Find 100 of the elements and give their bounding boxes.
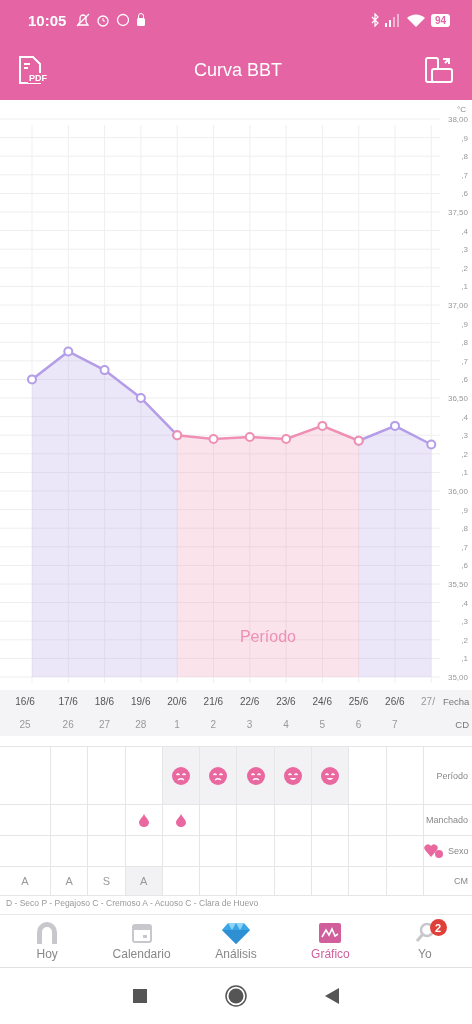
calendar-icon <box>130 921 153 944</box>
date-label: 26/6 <box>384 695 406 707</box>
date-label: 21/6 <box>202 695 225 707</box>
axis-label: ,4 <box>461 226 468 236</box>
cycle-day: 1 <box>158 718 196 730</box>
drop-icon <box>138 813 149 827</box>
axis-label: ,6 <box>461 561 468 571</box>
data-point[interactable] <box>244 432 255 443</box>
nav-tab[interactable]: Hoy <box>0 915 95 967</box>
data-point[interactable] <box>135 393 146 403</box>
sad-face-icon <box>209 766 228 785</box>
axis-label: ,1 <box>461 282 468 292</box>
search-icon <box>413 921 436 944</box>
data-point[interactable] <box>390 420 400 431</box>
wifi-icon <box>406 13 425 27</box>
table-cell[interactable] <box>237 747 275 804</box>
axis-label: ,8 <box>461 152 468 162</box>
axis-label: ,7 <box>461 542 468 552</box>
table-cell[interactable]: A <box>0 867 51 895</box>
cycle-day: 5 <box>304 718 341 730</box>
table-cell[interactable] <box>162 747 201 804</box>
date-label: 17/6 <box>57 695 79 707</box>
axis-label: 38,00 <box>447 115 468 124</box>
chart-icon <box>318 921 343 944</box>
data-point[interactable] <box>63 346 74 357</box>
mucus-code: S <box>102 875 111 887</box>
axis-label: ,8 <box>461 524 468 534</box>
row-label: Manchado <box>425 815 468 825</box>
axis-label: 37,50 <box>447 208 468 217</box>
cycle-day: 6 <box>340 718 377 730</box>
period-label: Período <box>239 628 296 645</box>
recents-button[interactable] <box>133 989 147 1003</box>
unit-label: °C <box>457 105 466 114</box>
data-point[interactable] <box>317 420 328 431</box>
date-label: 16/6 <box>14 695 36 707</box>
data-point[interactable] <box>208 433 219 444</box>
axis-label: ,8 <box>461 338 468 348</box>
row-label: Período <box>436 770 468 781</box>
date-label: 27/ <box>420 695 436 707</box>
hearts-icon <box>423 843 444 859</box>
rotate-screen-icon[interactable] <box>424 56 454 84</box>
bluetooth-icon <box>370 13 379 27</box>
nav-tab[interactable]: Gráfico <box>283 915 378 967</box>
axis-label: ,1 <box>461 468 468 478</box>
date-label: 23/6 <box>275 695 297 707</box>
smiling-face-icon <box>283 766 302 785</box>
row-label: CM <box>454 876 468 886</box>
data-point[interactable] <box>281 433 292 444</box>
mucus-code: A <box>21 875 29 887</box>
table-cell[interactable]: A <box>125 867 163 895</box>
table-cell[interactable]: S <box>88 867 126 895</box>
table-cell[interactable] <box>274 747 313 804</box>
status-time: 10:05 <box>28 11 67 29</box>
signal-icon <box>384 13 401 27</box>
axis-label: ,3 <box>461 245 468 255</box>
date-label: 20/6 <box>166 695 188 707</box>
cycle-day: 28 <box>122 718 159 730</box>
data-point[interactable] <box>426 439 437 450</box>
sad-face-icon <box>172 766 191 785</box>
arch-icon <box>35 921 60 944</box>
nav-tab[interactable]: Calendario <box>94 915 189 967</box>
mucus-code: A <box>65 875 73 887</box>
cycle-day: 7 <box>376 718 413 730</box>
nav-tab[interactable]: Yo 2 <box>377 915 472 967</box>
axis-label: 36,00 <box>447 487 468 496</box>
axis-label: ,2 <box>461 449 468 459</box>
sad-face-icon <box>246 766 265 785</box>
diamond-icon <box>222 921 250 944</box>
date-label: 22/6 <box>238 695 261 707</box>
axis-label: ,7 <box>461 170 468 180</box>
axis-label: 35,00 <box>447 673 468 682</box>
axis-label: 36,50 <box>447 394 468 403</box>
axis-label: ,2 <box>461 635 468 645</box>
data-point[interactable] <box>27 374 37 385</box>
table-cell[interactable] <box>200 747 238 804</box>
back-button[interactable] <box>325 988 339 1004</box>
data-point[interactable] <box>99 365 110 376</box>
date-label: 18/6 <box>93 695 116 707</box>
page-title: Curva BBT <box>193 59 283 81</box>
axis-label: ,6 <box>461 189 468 199</box>
smiling-face-icon <box>321 766 340 785</box>
date-label: 25/6 <box>347 695 370 707</box>
axis-label: ,4 <box>461 412 468 422</box>
nav-tab[interactable]: Análisis <box>188 915 284 967</box>
axis-label: ,9 <box>461 319 468 329</box>
axis-label: ,7 <box>461 356 468 366</box>
lock-icon <box>136 13 147 27</box>
cycle-header: CD <box>454 718 470 730</box>
cycle-day: 25 <box>0 718 50 730</box>
table-cell[interactable]: A <box>51 867 89 895</box>
axis-label: ,1 <box>461 654 468 664</box>
axis-label: 35,50 <box>447 580 468 589</box>
battery-level: 94 <box>430 13 450 27</box>
cycle-day: 26 <box>50 718 87 730</box>
axis-label: ,3 <box>461 617 468 627</box>
cycle-day: 4 <box>267 718 305 730</box>
home-button[interactable] <box>225 985 247 1007</box>
mucus-code: A <box>140 875 148 887</box>
table-cell[interactable] <box>312 747 350 804</box>
muted-bell-icon <box>76 13 91 27</box>
